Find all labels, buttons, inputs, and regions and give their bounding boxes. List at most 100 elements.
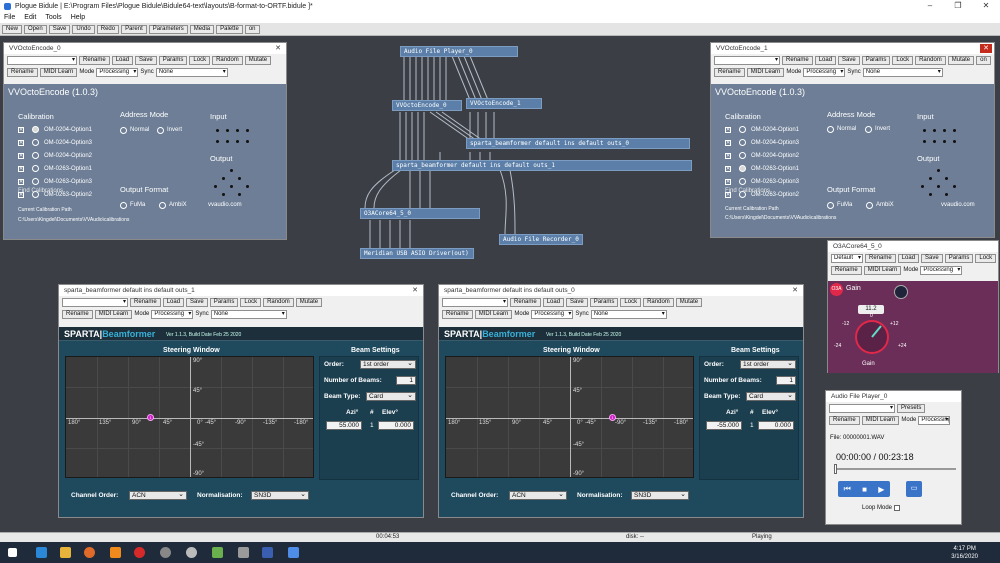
mutate-button[interactable]: Mutate [675, 297, 703, 307]
params-button[interactable]: Params [158, 55, 188, 65]
taskbar-clock[interactable]: 4:17 PM 3/16/2020 [951, 545, 978, 561]
save-preset-button[interactable]: Save [186, 297, 208, 307]
midi-learn-button[interactable]: MIDI Learn [863, 265, 902, 275]
save-preset-button[interactable]: Save [566, 297, 588, 307]
app-icon[interactable] [160, 547, 171, 558]
beam-type-select[interactable]: Card [366, 392, 416, 401]
option-radio-2[interactable] [739, 139, 746, 146]
rewind-icon[interactable]: ⏮ [844, 484, 851, 494]
bidule-taskbar-icon[interactable] [288, 547, 299, 558]
option-checkbox-5[interactable]: ✕ [18, 179, 24, 185]
mode-select[interactable]: Processing [803, 67, 846, 77]
option-checkbox-3[interactable]: ✕ [18, 153, 24, 159]
invert-radio[interactable] [865, 126, 872, 133]
option-radio-5[interactable] [739, 178, 746, 185]
rename-button-2[interactable]: Rename [831, 265, 862, 275]
close-icon[interactable]: ✕ [789, 286, 801, 295]
mode-select[interactable]: Processing [918, 415, 951, 425]
mutate-button[interactable]: Mutate [947, 55, 975, 65]
normalisation-select[interactable]: SN3D [251, 491, 309, 500]
menu-tools[interactable]: Tools [45, 14, 61, 21]
params-button[interactable]: Params [861, 55, 891, 65]
mutate-button[interactable]: Mutate [295, 297, 323, 307]
option-checkbox-3[interactable]: ✕ [725, 153, 731, 159]
loop-mode-checkbox[interactable] [894, 505, 900, 511]
random-button[interactable]: Random [915, 55, 946, 65]
app-icon[interactable] [212, 547, 223, 558]
sync-select[interactable]: None [210, 309, 287, 319]
node-vvocto-1[interactable]: VVOctoEncode_1 [466, 98, 542, 109]
mode-select[interactable]: Processing [920, 265, 963, 275]
mode-select[interactable]: Processing [531, 309, 574, 319]
num-beams-input[interactable]: 1 [396, 376, 416, 385]
open-button[interactable]: Open [24, 24, 47, 34]
params-button[interactable]: Params [209, 297, 239, 307]
vlc-icon[interactable] [110, 547, 121, 558]
option-checkbox-1[interactable]: ✕ [18, 127, 24, 133]
channel-order-select[interactable]: ACN [509, 491, 567, 500]
close-icon[interactable]: ✕ [980, 44, 992, 53]
palette-button[interactable]: Palette [216, 24, 243, 34]
fuma-radio[interactable] [827, 202, 834, 209]
menu-file[interactable]: File [4, 14, 15, 21]
rename-button-2[interactable]: Rename [442, 309, 473, 319]
option-radio-4[interactable] [739, 165, 746, 172]
sync-select[interactable]: None [590, 309, 667, 319]
save-preset-button[interactable]: Save [135, 55, 157, 65]
menu-edit[interactable]: Edit [24, 14, 36, 21]
node-o3a-core[interactable]: O3ACore64_5_0 [360, 208, 480, 219]
params-button[interactable]: Params [944, 253, 974, 263]
option-radio-3[interactable] [32, 152, 39, 159]
midi-learn-button[interactable]: MIDI Learn [39, 67, 78, 77]
azi-input[interactable]: 55.000 [326, 421, 362, 430]
ambix-radio[interactable] [866, 202, 873, 209]
close-icon[interactable]: ✕ [409, 286, 421, 295]
rename-button[interactable]: Rename [510, 297, 541, 307]
player-progress-thumb[interactable] [834, 464, 837, 474]
redo-button[interactable]: Redo [96, 24, 120, 34]
node-audio-file-recorder[interactable]: Audio File Recorder_0 [499, 234, 583, 245]
midi-learn-button[interactable]: MIDI Learn [94, 309, 133, 319]
random-button[interactable]: Random [263, 297, 294, 307]
params-button[interactable]: Params [589, 297, 619, 307]
sync-select[interactable]: None [155, 67, 228, 77]
save-preset-button[interactable]: Save [838, 55, 860, 65]
rename-button-2[interactable]: Rename [7, 67, 38, 77]
num-beams-input[interactable]: 1 [776, 376, 796, 385]
option-radio-2[interactable] [32, 139, 39, 146]
option-radio-1[interactable] [32, 126, 39, 133]
option-checkbox-4[interactable]: ✕ [18, 166, 24, 172]
open-file-icon[interactable]: ▭ [906, 481, 922, 497]
invert-radio[interactable] [157, 127, 164, 134]
play-icon[interactable]: ▶ [878, 485, 884, 494]
random-button[interactable]: Random [212, 55, 243, 65]
option-radio-4[interactable] [32, 165, 39, 172]
channel-order-select[interactable]: ACN [129, 491, 187, 500]
preset-select[interactable] [7, 55, 77, 65]
node-audio-file-player[interactable]: Audio File Player_0 [400, 46, 518, 57]
lock-button[interactable]: Lock [620, 297, 642, 307]
node-sparta-1[interactable]: sparta_beamformer default ins default ou… [392, 160, 692, 171]
parameters-button[interactable]: Parameters [148, 24, 188, 34]
new-button[interactable]: New [2, 24, 23, 34]
save-button[interactable]: Save [48, 24, 71, 34]
order-select[interactable]: 1st order [360, 360, 416, 369]
mode-select[interactable]: Processing [96, 67, 139, 77]
midi-learn-button[interactable]: MIDI Learn [746, 67, 785, 77]
fuma-radio[interactable] [120, 202, 127, 209]
file-explorer-icon[interactable] [60, 547, 71, 558]
preset-select[interactable] [714, 55, 780, 65]
stop-icon[interactable]: ■ [862, 485, 867, 494]
gain-knob[interactable] [842, 313, 902, 359]
steering-plot[interactable]: 180° 135° 90° 45° 0° -45° -90° -135° -18… [65, 356, 314, 478]
rename-button[interactable]: Rename [829, 415, 860, 425]
find-calibrations-link[interactable]: Find Calibrations [725, 188, 770, 194]
lock-button[interactable]: Lock [892, 55, 914, 65]
node-sparta-0[interactable]: sparta_beamformer default ins default ou… [466, 138, 690, 149]
normal-radio[interactable] [120, 127, 127, 134]
lock-button[interactable]: Lock [240, 297, 262, 307]
option-checkbox-2[interactable]: ✕ [18, 140, 24, 146]
player-progress-track[interactable] [834, 464, 956, 474]
elev-input[interactable]: 0.000 [378, 421, 414, 430]
node-vvocto-0[interactable]: VVOctoEncode_0 [392, 100, 462, 111]
